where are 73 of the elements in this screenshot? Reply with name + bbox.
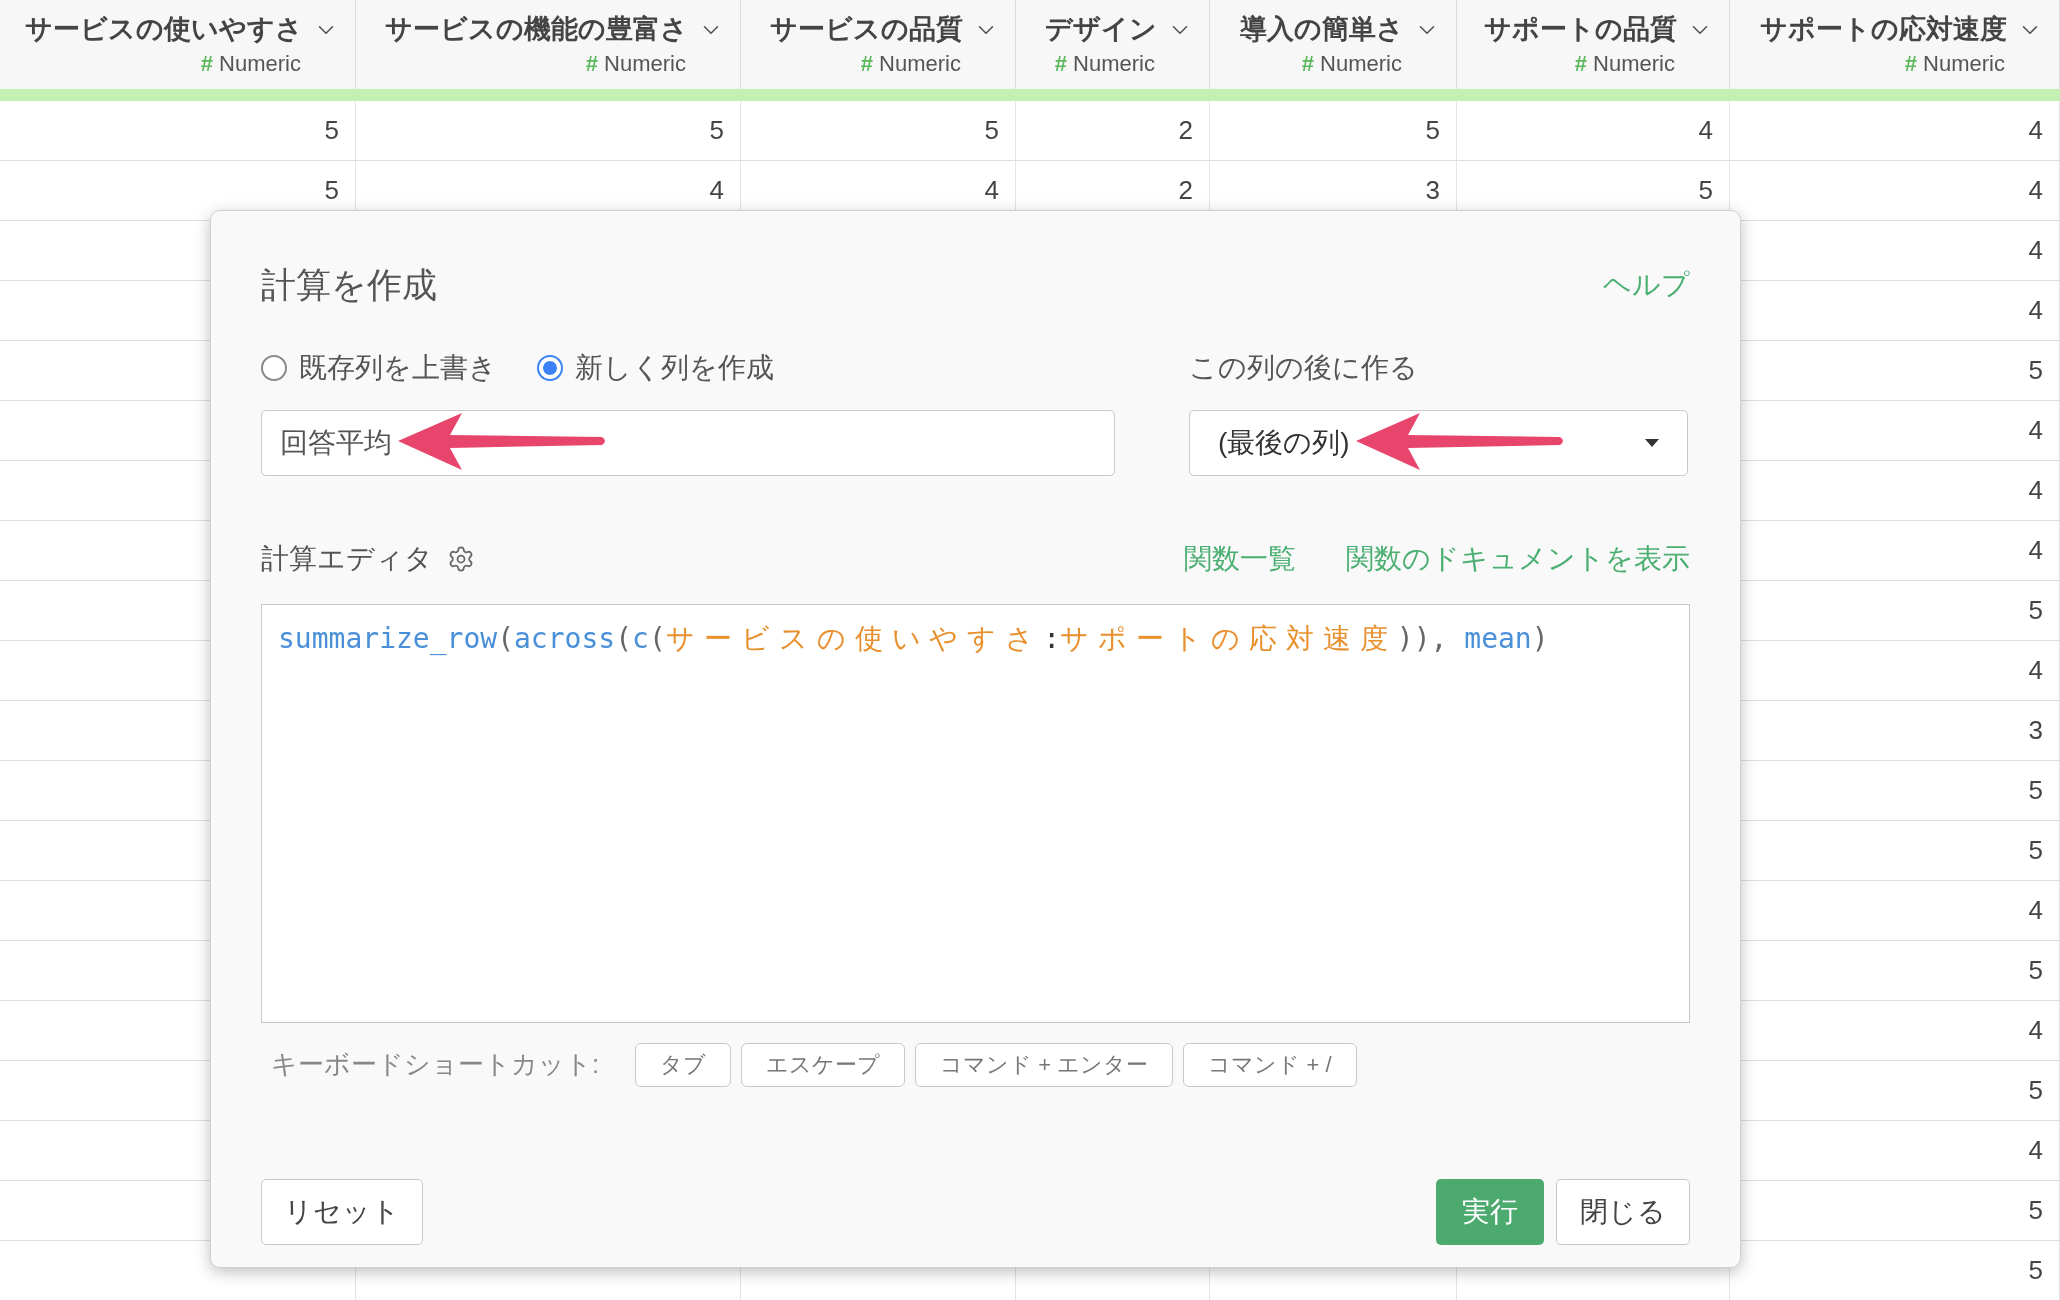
table-cell-text: 4 (2028, 114, 2043, 147)
table-cell-text: 5 (1698, 174, 1713, 207)
numeric-type-mark: # (585, 53, 599, 75)
reset-button[interactable]: リセット (261, 1179, 423, 1245)
table-cell-text: 2 (1178, 174, 1193, 207)
table-cell-text: 5 (1425, 114, 1440, 147)
shortcuts-label: キーボードショートカット: (271, 1048, 600, 1081)
radio-option[interactable]: 既存列を上書き (261, 346, 497, 389)
column-title: サービスの機能の豊富さ (385, 16, 688, 43)
table-cell-text: 3 (1425, 174, 1440, 207)
column-name-field[interactable]: 回答平均 (261, 409, 1115, 476)
radio-button[interactable] (261, 354, 287, 381)
radio-option[interactable]: 新しく列を作成 (537, 346, 774, 389)
table-cell-text: 4 (2028, 1014, 2043, 1047)
column-title: サービスの使いやすさ (25, 16, 303, 43)
column-title: デザイン (1045, 16, 1157, 43)
table-cell-text: 4 (2028, 1134, 2043, 1167)
code-editor[interactable]: summarize_row(across(c(サービスの使いやすさ:サポートの応対速度)), mean) (261, 603, 1690, 1023)
column-type: Numeric (1073, 53, 1155, 75)
table-cell-text: 5 (324, 174, 339, 207)
dropdown-caret-icon (1645, 438, 1659, 447)
column-title: 導入の簡単さ (1240, 16, 1404, 43)
column-type: Numeric (219, 53, 301, 75)
table-cell-text: 5 (2028, 354, 2043, 387)
numeric-type-mark: # (860, 53, 874, 75)
column-title: サポートの応対速度 (1760, 16, 2007, 43)
table-cell-text: 5 (2028, 954, 2043, 987)
position-label: この列の後に作る (1189, 350, 1419, 385)
code-line: summarize_row(across(c(サービスの使いやすさ:サポートの応対速度)), mean) (278, 620, 1549, 657)
dialog-title: 計算を作成 (261, 264, 437, 306)
table-cell-text: 5 (2028, 1194, 2043, 1227)
table-cell-text: 4 (2028, 654, 2043, 687)
numeric-type-mark: # (1301, 53, 1315, 75)
table-cell-text: 4 (2028, 474, 2043, 507)
table-cell-text: 4 (709, 174, 724, 207)
table-cell-text: 4 (2028, 534, 2043, 567)
table-cell-text: 4 (2028, 894, 2043, 927)
table-cell-text: 2 (1178, 114, 1193, 147)
table-cell-text: 3 (2028, 714, 2043, 747)
numeric-type-mark: # (200, 53, 214, 75)
radio-button[interactable] (537, 354, 563, 381)
column-type: Numeric (1320, 53, 1402, 75)
shortcut-key: タブ (635, 1042, 732, 1087)
column-type: Numeric (879, 53, 961, 75)
shortcut-key: コマンド + エンター (915, 1042, 1174, 1087)
editor-label: 計算エディタ (261, 541, 433, 576)
table-cell-text: 5 (2028, 774, 2043, 807)
numeric-type-mark: # (1054, 53, 1068, 75)
table-cell-text: 5 (2028, 834, 2043, 867)
table-cell-text: 5 (709, 114, 724, 147)
numeric-type-mark: # (1574, 53, 1588, 75)
table-cell-text: 5 (2028, 1074, 2043, 1107)
table-cell-text: 4 (2028, 234, 2043, 267)
column-type: Numeric (1923, 53, 2005, 75)
table-cell-text: 4 (1698, 114, 1713, 147)
numeric-type-mark: # (1904, 53, 1918, 75)
shortcut-key: エスケープ (741, 1042, 906, 1087)
shortcut-key: コマンド + / (1183, 1042, 1357, 1087)
table-cell-text: 4 (2028, 294, 2043, 327)
table-cell-text: 4 (2028, 414, 2043, 447)
table-cell-text: 5 (2028, 594, 2043, 627)
table-cell-text: 5 (2028, 1254, 2043, 1287)
settings-icon[interactable] (447, 544, 475, 573)
column-type: Numeric (1593, 53, 1675, 75)
close-button[interactable]: 閉じる (1556, 1179, 1690, 1245)
column-title: サービスの品質 (770, 16, 963, 43)
table-cell-text: 4 (984, 174, 999, 207)
table-cell-text: 5 (324, 114, 339, 147)
column-title: サポートの品質 (1484, 16, 1677, 43)
table-cell-text: 5 (984, 114, 999, 147)
column-type: Numeric (604, 53, 686, 75)
table-cell-text: 4 (2028, 174, 2043, 207)
position-select[interactable]: (最後の列) (1189, 409, 1688, 476)
